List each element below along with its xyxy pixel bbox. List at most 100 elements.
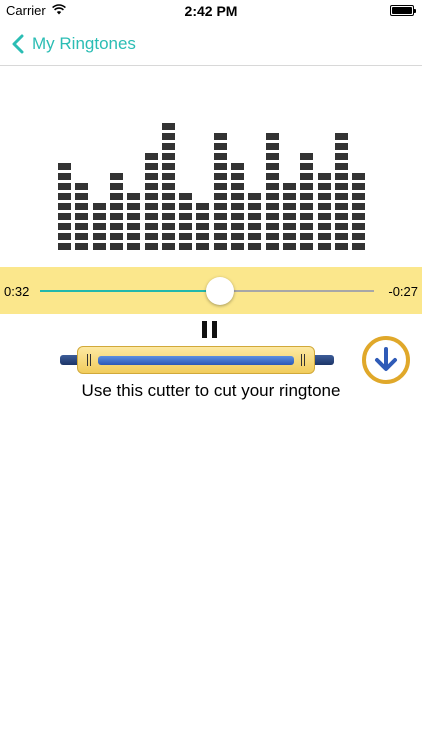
equalizer-segment — [58, 173, 71, 180]
equalizer-segment — [335, 203, 348, 210]
equalizer-segment — [162, 143, 175, 150]
equalizer-segment — [283, 193, 296, 200]
equalizer-bar — [266, 130, 279, 250]
equalizer-segment — [162, 153, 175, 160]
equalizer-segment — [300, 243, 313, 250]
equalizer-segment — [162, 163, 175, 170]
equalizer-segment — [179, 193, 192, 200]
equalizer-segment — [266, 223, 279, 230]
equalizer-bar — [93, 200, 106, 250]
equalizer-segment — [58, 183, 71, 190]
equalizer-segment — [58, 233, 71, 240]
equalizer-segment — [179, 223, 192, 230]
back-button[interactable]: My Ringtones — [12, 30, 136, 58]
equalizer-segment — [283, 243, 296, 250]
equalizer-segment — [266, 133, 279, 140]
equalizer-segment — [214, 133, 227, 140]
equalizer-segment — [248, 233, 261, 240]
equalizer-segment — [318, 183, 331, 190]
equalizer-segment — [127, 193, 140, 200]
equalizer-segment — [318, 223, 331, 230]
equalizer-segment — [335, 173, 348, 180]
progress-thumb[interactable] — [206, 277, 235, 305]
cutter-start-handle[interactable] — [87, 354, 91, 366]
progress-slider[interactable] — [40, 277, 374, 305]
equalizer-segment — [93, 213, 106, 220]
equalizer-segment — [335, 143, 348, 150]
equalizer-segment — [145, 213, 158, 220]
equalizer-segment — [145, 223, 158, 230]
equalizer-segment — [145, 203, 158, 210]
equalizer-segment — [127, 243, 140, 250]
equalizer-segment — [352, 213, 365, 220]
pause-icon — [202, 321, 207, 338]
equalizer-segment — [75, 193, 88, 200]
equalizer-segment — [75, 243, 88, 250]
equalizer-segment — [110, 223, 123, 230]
equalizer-segment — [231, 243, 244, 250]
chevron-left-icon — [12, 34, 24, 54]
equalizer-segment — [266, 233, 279, 240]
battery-icon — [390, 5, 416, 16]
equalizer-bar — [248, 190, 261, 250]
equalizer-segment — [110, 173, 123, 180]
equalizer-bar — [196, 200, 209, 250]
equalizer-segment — [335, 183, 348, 190]
equalizer-segment — [318, 243, 331, 250]
equalizer-segment — [127, 213, 140, 220]
equalizer-bar — [110, 170, 123, 250]
equalizer-segment — [352, 183, 365, 190]
download-button[interactable] — [362, 336, 410, 384]
back-button-label: My Ringtones — [32, 34, 136, 53]
equalizer-segment — [214, 243, 227, 250]
equalizer-segment — [127, 233, 140, 240]
equalizer-segment — [352, 203, 365, 210]
equalizer-segment — [196, 243, 209, 250]
equalizer-segment — [58, 243, 71, 250]
equalizer-segment — [352, 193, 365, 200]
equalizer-bar — [214, 130, 227, 250]
status-time: 2:42 PM — [184, 3, 238, 19]
equalizer-segment — [214, 223, 227, 230]
equalizer-segment — [300, 233, 313, 240]
equalizer-segment — [318, 213, 331, 220]
equalizer-segment — [283, 203, 296, 210]
equalizer-bar — [300, 150, 313, 250]
equalizer-segment — [110, 243, 123, 250]
equalizer-segment — [231, 193, 244, 200]
pause-button[interactable] — [202, 321, 218, 338]
equalizer-segment — [162, 123, 175, 130]
elapsed-time: 0:32 — [4, 284, 30, 299]
equalizer-segment — [75, 213, 88, 220]
download-arrow-icon — [375, 347, 397, 371]
equalizer-segment — [231, 183, 244, 190]
equalizer-segment — [93, 243, 106, 250]
equalizer-segment — [214, 193, 227, 200]
equalizer-segment — [266, 173, 279, 180]
equalizer-segment — [283, 233, 296, 240]
equalizer-segment — [248, 193, 261, 200]
equalizer-segment — [283, 213, 296, 220]
cutter-selection-bar — [98, 356, 294, 365]
equalizer-bar — [145, 150, 158, 250]
equalizer-segment — [127, 223, 140, 230]
equalizer-segment — [179, 233, 192, 240]
cutter-caption: Use this cutter to cut your ringtone — [81, 381, 341, 400]
equalizer-segment — [145, 233, 158, 240]
equalizer-segment — [162, 183, 175, 190]
equalizer-segment — [335, 233, 348, 240]
equalizer-segment — [300, 213, 313, 220]
equalizer-segment — [58, 223, 71, 230]
equalizer-segment — [266, 203, 279, 210]
cutter-end-handle[interactable] — [301, 354, 305, 366]
equalizer-segment — [300, 163, 313, 170]
equalizer-segment — [231, 173, 244, 180]
equalizer-segment — [266, 163, 279, 170]
equalizer-bar — [127, 190, 140, 250]
equalizer-segment — [162, 243, 175, 250]
equalizer-segment — [266, 143, 279, 150]
equalizer-bar — [75, 180, 88, 250]
equalizer-segment — [93, 223, 106, 230]
equalizer-segment — [145, 243, 158, 250]
equalizer-segment — [335, 153, 348, 160]
